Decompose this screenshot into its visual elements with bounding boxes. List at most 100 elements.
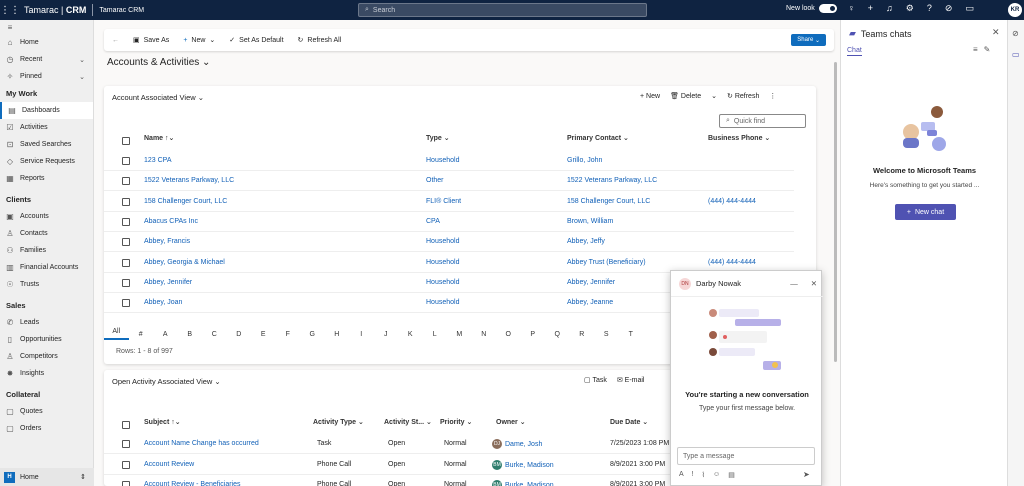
alphabet-filter-s[interactable]: S bbox=[594, 331, 619, 338]
cell-primary-contact[interactable]: Abbey, Jeanne bbox=[567, 299, 613, 306]
column-header-owner[interactable]: Owner ⌄ bbox=[496, 418, 526, 432]
toggle-switch[interactable] bbox=[818, 4, 837, 13]
cell-type[interactable]: Other bbox=[426, 177, 444, 184]
cell-owner[interactable]: DJ Dame, Josh bbox=[492, 439, 542, 449]
column-header-activity-status[interactable]: Activity St... ⌄ bbox=[384, 418, 432, 432]
cell-business-phone[interactable]: (444) 444-4444 bbox=[708, 198, 756, 205]
alphabet-filter-n[interactable]: N bbox=[472, 331, 497, 338]
cell-name[interactable]: Abbey, Georgia & Michael bbox=[144, 259, 225, 266]
alphabet-filter-b[interactable]: B bbox=[178, 331, 203, 338]
sidebar-item-accounts[interactable]: ▣ Accounts bbox=[0, 208, 93, 225]
alphabet-filter-t[interactable]: T bbox=[619, 331, 644, 338]
alphabet-filter-p[interactable]: P bbox=[521, 331, 546, 338]
sidebar-item-dashboards[interactable]: ▤ Dashboards bbox=[0, 102, 93, 119]
cell-subject[interactable]: Account Name Change has occurred bbox=[144, 440, 259, 447]
cell-type[interactable]: Household bbox=[426, 259, 459, 266]
cell-name[interactable]: 158 Challenger Court, LLC bbox=[144, 198, 227, 205]
sidebar-item-quotes[interactable]: ▢ Quotes bbox=[0, 403, 93, 420]
alphabet-filter-a[interactable]: A bbox=[153, 331, 178, 338]
table-row[interactable]: 123 CPA Household Grillo, John bbox=[104, 151, 794, 171]
user-avatar[interactable]: KR bbox=[1008, 3, 1022, 17]
column-header-activity-type[interactable]: Activity Type ⌄ bbox=[313, 418, 364, 432]
cell-primary-contact[interactable]: 158 Challenger Court, LLC bbox=[567, 198, 650, 205]
new-account-button[interactable]: + New bbox=[640, 93, 660, 100]
gear-icon[interactable]: ⚙ bbox=[906, 3, 914, 14]
alphabet-filter-i[interactable]: I bbox=[349, 331, 374, 338]
sidebar-item-saved-searches[interactable]: ⊡ Saved Searches bbox=[0, 136, 93, 153]
quick-find-input[interactable]: ⌕ Quick find bbox=[719, 114, 806, 128]
cell-business-phone[interactable]: (444) 444-4444 bbox=[708, 259, 756, 266]
refresh-all-button[interactable]: ↻ Refresh All bbox=[298, 36, 342, 45]
new-chat-button[interactable]: + New chat bbox=[895, 204, 956, 220]
cell-subject[interactable]: Account Review bbox=[144, 461, 194, 468]
select-all-checkbox[interactable] bbox=[122, 137, 130, 145]
copilot-icon[interactable]: ⊘ bbox=[945, 3, 953, 14]
cell-name[interactable]: Abbey, Francis bbox=[144, 238, 190, 245]
alphabet-filter-r[interactable]: R bbox=[570, 331, 595, 338]
refresh-button[interactable]: ↻ Refresh bbox=[727, 92, 759, 100]
more-chevron-icon[interactable]: ⌄ bbox=[711, 92, 717, 100]
help-icon[interactable]: ? bbox=[927, 3, 932, 14]
owner-name[interactable]: Burke, Madison bbox=[505, 482, 554, 486]
more-options-icon[interactable]: ⋮ bbox=[769, 92, 776, 100]
column-header-name[interactable]: Name ↑⌄ bbox=[144, 134, 174, 148]
row-checkbox[interactable] bbox=[122, 460, 130, 469]
sidebar-item-service-requests[interactable]: ◇ Service Requests bbox=[0, 153, 93, 170]
cell-owner[interactable]: BM Burke, Madison bbox=[492, 459, 554, 470]
alphabet-filter-g[interactable]: G bbox=[300, 331, 325, 338]
alphabet-filter-j[interactable]: J bbox=[374, 331, 399, 338]
sidebar-item-financial-accounts[interactable]: ▥ Financial Accounts bbox=[0, 259, 93, 276]
cell-type[interactable]: CPA bbox=[426, 218, 440, 225]
message-input[interactable]: Type a message bbox=[677, 447, 815, 465]
copilot-icon[interactable]: ⊘ bbox=[1012, 29, 1019, 38]
alphabet-filter-d[interactable]: D bbox=[227, 331, 252, 338]
sidebar-item-trusts[interactable]: ☉ Trusts bbox=[0, 276, 93, 293]
alphabet-filter-o[interactable]: O bbox=[496, 331, 521, 338]
cell-owner[interactable]: BM Burke, Madison bbox=[492, 480, 554, 486]
cell-type[interactable]: Household bbox=[426, 279, 459, 286]
close-icon[interactable]: ✕ bbox=[992, 27, 1000, 38]
cell-primary-contact[interactable]: Abbey, Jennifer bbox=[567, 279, 615, 286]
lightbulb-icon[interactable]: ♀ bbox=[848, 3, 855, 14]
sidebar-item-orders[interactable]: ▢ Orders bbox=[0, 420, 93, 437]
sidebar-item-recent[interactable]: ◷ Recent ⌄ bbox=[0, 51, 93, 68]
row-checkbox[interactable] bbox=[122, 440, 130, 448]
alphabet-filter-m[interactable]: M bbox=[447, 331, 472, 338]
row-checkbox[interactable] bbox=[122, 238, 130, 247]
save-as-button[interactable]: ▣ Save As bbox=[133, 36, 169, 45]
cell-name[interactable]: Abbey, Jennifer bbox=[144, 279, 192, 286]
cell-type[interactable]: Household bbox=[426, 157, 459, 164]
global-search-input[interactable]: ⌕ Search bbox=[358, 3, 647, 17]
cell-primary-contact[interactable]: Brown, William bbox=[567, 218, 613, 225]
cell-type[interactable]: Household bbox=[426, 238, 459, 245]
emoji-icon[interactable]: ☺ bbox=[713, 471, 720, 479]
alphabet-filter-q[interactable]: Q bbox=[545, 331, 570, 338]
alphabet-filter-all[interactable]: All bbox=[104, 328, 129, 340]
contact-name[interactable]: Darby Nowak bbox=[696, 279, 741, 288]
column-header-due-date[interactable]: Due Date ⌄ bbox=[610, 418, 648, 432]
cell-type[interactable]: FLI® Client bbox=[426, 198, 461, 205]
sidebar-item-home[interactable]: ⌂ Home bbox=[0, 34, 93, 51]
sidebar-item-families[interactable]: ⚇ Families bbox=[0, 242, 93, 259]
area-switcher[interactable]: H Home ⇕ bbox=[0, 468, 94, 486]
gif-icon[interactable]: ▤ bbox=[728, 471, 735, 479]
row-checkbox[interactable] bbox=[122, 258, 130, 267]
sidebar-item-leads[interactable]: ✆ Leads bbox=[0, 314, 93, 331]
minimize-icon[interactable]: — bbox=[790, 279, 798, 288]
brand-logo[interactable]: Tamarac | CRM bbox=[20, 5, 86, 15]
column-header-subject[interactable]: Subject ↑⌄ bbox=[144, 418, 181, 432]
accounts-view-title[interactable]: Account Associated View ⌄ bbox=[112, 93, 204, 102]
row-checkbox[interactable] bbox=[122, 197, 130, 206]
attach-icon[interactable]: ⌇ bbox=[702, 471, 705, 479]
sidebar-item-opportunities[interactable]: ▯ Opportunities bbox=[0, 331, 93, 348]
set-as-default-button[interactable]: ✓ Set As Default bbox=[229, 36, 283, 45]
alphabet-filter-h[interactable]: H bbox=[325, 331, 350, 338]
chat-icon[interactable]: ▭ bbox=[965, 3, 974, 14]
column-header-business-phone[interactable]: Business Phone ⌄ bbox=[708, 134, 770, 148]
row-checkbox[interactable] bbox=[122, 299, 130, 308]
row-checkbox[interactable] bbox=[122, 481, 130, 486]
table-row[interactable]: 158 Challenger Court, LLC FLI® Client 158 … bbox=[104, 192, 794, 212]
alphabet-filter-hash[interactable]: # bbox=[129, 331, 154, 338]
bell-icon[interactable]: ♫ bbox=[886, 3, 893, 14]
hamburger-menu-icon[interactable]: ≡ bbox=[0, 20, 93, 34]
